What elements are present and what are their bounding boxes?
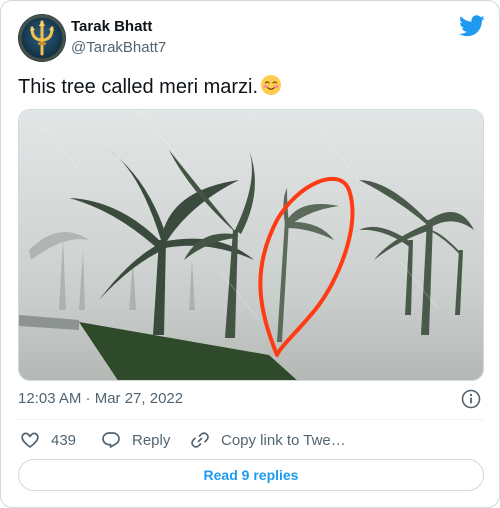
info-icon[interactable] <box>461 389 481 409</box>
twitter-bird-icon[interactable] <box>459 15 485 37</box>
reply-button[interactable]: Reply <box>101 429 170 451</box>
divider <box>18 419 484 420</box>
copy-link-label: Copy link to Twe… <box>221 431 346 449</box>
like-button[interactable]: 439 <box>20 429 76 451</box>
author-name[interactable]: Tarak Bhatt <box>71 18 152 35</box>
link-icon <box>191 432 209 448</box>
smiling-face-with-blush-icon <box>261 75 282 95</box>
tweet-image[interactable] <box>18 109 484 381</box>
tweet-timestamp[interactable]: 12:03 AM · Mar 27, 2022 <box>18 390 183 407</box>
tweet-text: This tree called meri marzi. <box>18 76 259 98</box>
read-replies-button[interactable]: Read 9 replies <box>18 459 484 491</box>
reply-icon <box>102 432 120 448</box>
heart-icon <box>21 432 39 448</box>
tweet-card: Tarak Bhatt @TarakBhatt7 This tree calle… <box>0 0 500 508</box>
avatar[interactable] <box>18 14 66 62</box>
avatar-trident-icon <box>18 14 66 62</box>
author-handle[interactable]: @TarakBhatt7 <box>71 39 166 56</box>
storm-palm-trees-photo <box>19 110 483 380</box>
like-count: 439 <box>51 431 77 449</box>
copy-link-button[interactable]: Copy link to Twe… <box>190 429 346 451</box>
tweet-text-row: This tree called meri marzi. <box>18 74 282 100</box>
reply-label: Reply <box>132 431 171 449</box>
